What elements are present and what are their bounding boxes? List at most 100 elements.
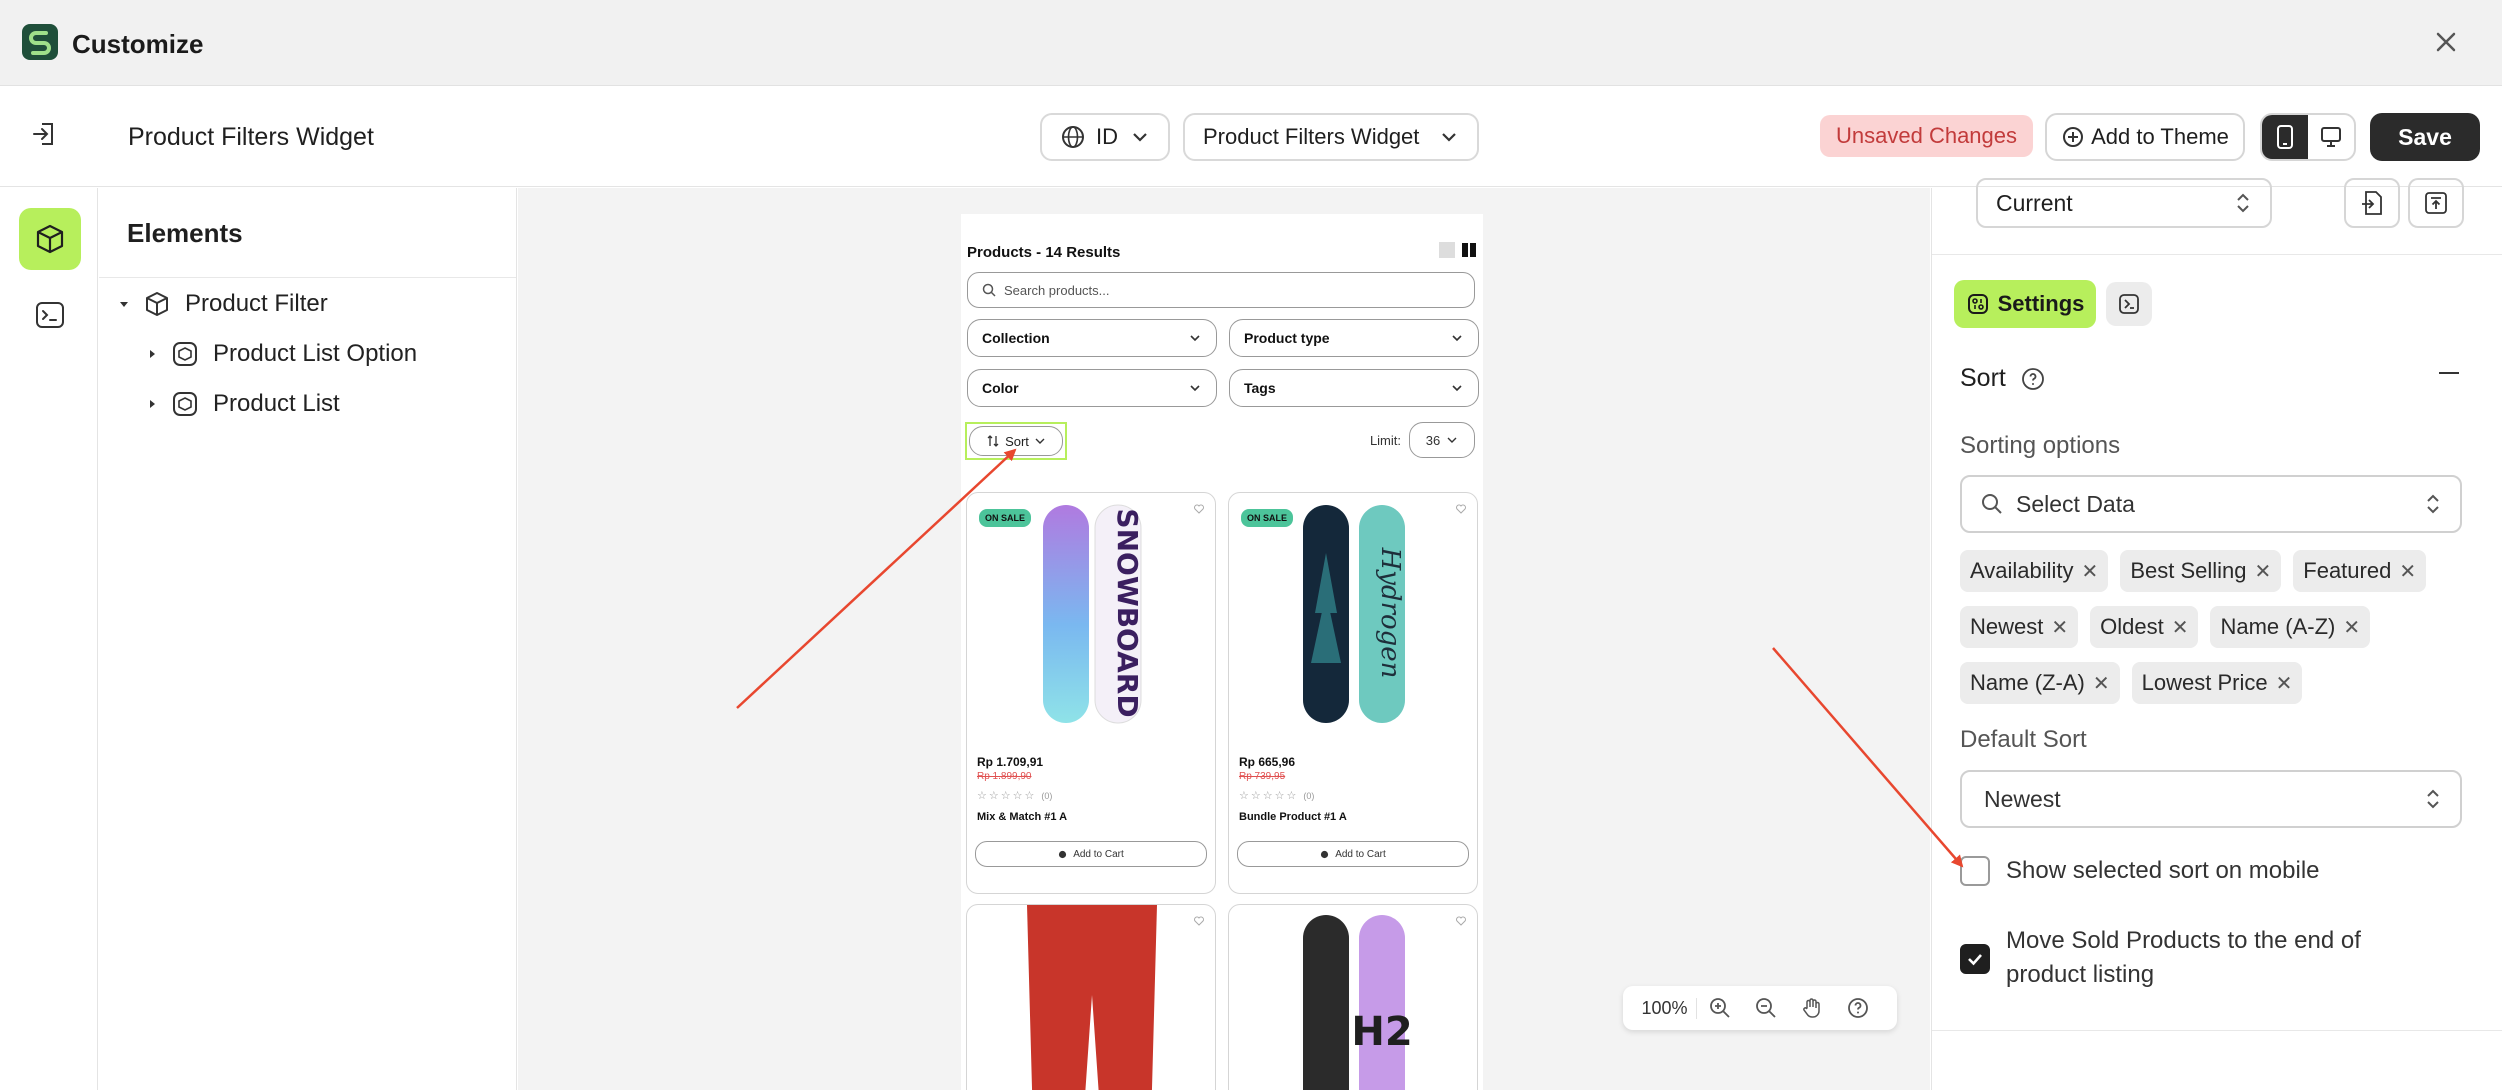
move-sold-checkbox[interactable] bbox=[1960, 944, 1990, 974]
widget-select-value: Product Filters Widget bbox=[1203, 124, 1420, 149]
zoom-in-button[interactable] bbox=[1697, 996, 1743, 1020]
svg-text:SNOWBOARD: SNOWBOARD bbox=[1111, 508, 1144, 717]
window-title: Customize bbox=[72, 29, 204, 59]
tab-settings[interactable]: Settings bbox=[1954, 280, 2096, 328]
limit-select[interactable]: 36 bbox=[1409, 422, 1475, 458]
device-toggle bbox=[2260, 113, 2356, 161]
remove-chip-icon[interactable]: ✕ bbox=[2082, 559, 2099, 584]
preview-canvas: Products - 14 Results Search products...… bbox=[518, 188, 1930, 1090]
product-image: H2 bbox=[1303, 915, 1413, 1090]
review-count: (0) bbox=[1303, 791, 1315, 801]
move-sold-label: Move Sold Products to the end of product… bbox=[2006, 927, 2361, 988]
zoom-out-button[interactable] bbox=[1743, 996, 1789, 1020]
product-image: Hydrogen bbox=[1303, 505, 1405, 723]
zoom-out-icon bbox=[1756, 998, 1776, 1018]
remove-chip-icon[interactable]: ✕ bbox=[2172, 615, 2189, 640]
elements-rail-button[interactable] bbox=[19, 208, 81, 270]
tab-advanced[interactable] bbox=[2106, 282, 2152, 326]
cube-icon bbox=[36, 224, 64, 254]
collapse-section-button[interactable] bbox=[2439, 372, 2459, 374]
filter-color[interactable]: Color bbox=[967, 369, 1217, 407]
add-to-cart-label: Add to Cart bbox=[1335, 848, 1386, 860]
chevron-down-icon bbox=[1035, 438, 1045, 444]
limit-control: Limit: 36 bbox=[1370, 422, 1475, 458]
filter-label: Collection bbox=[982, 330, 1050, 346]
upload-button[interactable] bbox=[2408, 178, 2464, 228]
product-card[interactable]: ON SALE Hydrogen Rp 665,96 Rp 739,95 ☆☆☆… bbox=[1228, 492, 1478, 894]
language-value: ID bbox=[1096, 124, 1118, 149]
chip-label: Name (A-Z) bbox=[2220, 614, 2336, 639]
sorting-options-label: Sorting options bbox=[1960, 432, 2121, 459]
language-select[interactable]: ID bbox=[1040, 113, 1170, 161]
add-to-cart-button[interactable]: Add to Cart bbox=[1237, 841, 1469, 867]
hand-icon bbox=[1803, 998, 1820, 1018]
sort-button[interactable]: Sort bbox=[969, 426, 1063, 456]
code-box-icon bbox=[2119, 294, 2139, 314]
remove-chip-icon[interactable]: ✕ bbox=[2399, 559, 2416, 584]
default-sort-value: Newest bbox=[1984, 785, 2061, 812]
settings-grid-icon bbox=[1967, 294, 1988, 314]
default-sort-select[interactable]: Newest bbox=[1960, 770, 2462, 828]
add-to-cart-button[interactable]: Add to Cart bbox=[975, 841, 1207, 867]
caret-down-icon[interactable] bbox=[117, 297, 131, 311]
add-to-theme-button[interactable]: Add to Theme bbox=[2045, 113, 2245, 161]
code-rail-button[interactable] bbox=[19, 284, 81, 346]
sorting-options-select[interactable]: Select Data bbox=[1960, 475, 2462, 533]
product-card[interactable]: H2 bbox=[1228, 904, 1478, 1090]
product-card[interactable] bbox=[966, 904, 1216, 1090]
mobile-preview: Products - 14 Results Search products...… bbox=[961, 214, 1483, 1090]
help-button[interactable] bbox=[1835, 996, 1881, 1020]
zoom-level: 100% bbox=[1633, 997, 1697, 1019]
filter-label: Tags bbox=[1244, 380, 1276, 396]
remove-chip-icon[interactable]: ✕ bbox=[2093, 671, 2110, 696]
list-view-icon[interactable] bbox=[1439, 242, 1455, 258]
search-icon bbox=[982, 283, 996, 297]
product-search-input[interactable]: Search products... bbox=[967, 272, 1475, 308]
filter-collection[interactable]: Collection bbox=[967, 319, 1217, 357]
cube-icon bbox=[146, 292, 168, 316]
tree-item-label: Product Filter bbox=[185, 290, 328, 317]
widget-select[interactable]: Product Filters Widget bbox=[1183, 113, 1479, 161]
chip-label: Oldest bbox=[2100, 614, 2164, 639]
product-price: Rp 665,96 bbox=[1239, 755, 1296, 769]
grid-view-icon[interactable] bbox=[1461, 242, 1477, 258]
tree-item-product-list-option[interactable]: Product List Option bbox=[145, 340, 417, 368]
caret-right-icon[interactable] bbox=[145, 347, 159, 361]
mobile-view-button[interactable] bbox=[2262, 115, 2308, 159]
help-icon[interactable] bbox=[2020, 366, 2046, 392]
stars-glyphs: ☆☆☆☆☆ bbox=[977, 790, 1037, 802]
section-title-sort: Sort bbox=[1960, 364, 2046, 393]
chip-label: Lowest Price bbox=[2141, 670, 2268, 695]
chevron-updown-icon bbox=[2427, 494, 2439, 514]
import-button[interactable] bbox=[2344, 178, 2400, 228]
product-card[interactable]: ON SALE SNOWBOARD Rp 1.709,91 Rp 1.899,9… bbox=[966, 492, 1216, 894]
remove-chip-icon[interactable]: ✕ bbox=[2255, 559, 2272, 584]
tree-item-product-list[interactable]: Product List bbox=[145, 390, 340, 418]
caret-right-icon[interactable] bbox=[145, 397, 159, 411]
save-button[interactable]: Save bbox=[2370, 113, 2480, 161]
plus-circle-icon bbox=[2063, 127, 2084, 147]
filter-product-type[interactable]: Product type bbox=[1229, 319, 1479, 357]
help-icon bbox=[1848, 998, 1868, 1018]
remove-chip-icon[interactable]: ✕ bbox=[2343, 615, 2360, 640]
filter-tags[interactable]: Tags bbox=[1229, 369, 1479, 407]
chip-lowest-price: Lowest Price ✕ bbox=[2131, 662, 2303, 704]
remove-chip-icon[interactable]: ✕ bbox=[2276, 671, 2293, 696]
app-logo-icon bbox=[22, 24, 58, 60]
chip-featured: Featured ✕ bbox=[2293, 550, 2427, 592]
zoom-in-icon bbox=[1710, 998, 1730, 1018]
chip-name-a-z: Name (A-Z) ✕ bbox=[2210, 606, 2371, 648]
close-icon[interactable] bbox=[2430, 26, 2462, 58]
component-icon bbox=[173, 342, 197, 366]
review-count: (0) bbox=[1041, 791, 1053, 801]
remove-chip-icon[interactable]: ✕ bbox=[2051, 615, 2068, 640]
show-sort-mobile-row: Show selected sort on mobile bbox=[1960, 854, 2320, 888]
show-sort-mobile-checkbox[interactable] bbox=[1960, 856, 1990, 886]
divider bbox=[1932, 254, 2502, 255]
current-select[interactable]: Current bbox=[1976, 178, 2272, 228]
pan-button[interactable] bbox=[1789, 996, 1835, 1020]
tree-item-product-filter[interactable]: Product Filter bbox=[117, 290, 328, 318]
tab-settings-label: Settings bbox=[1997, 291, 2085, 316]
desktop-view-button[interactable] bbox=[2308, 115, 2354, 159]
exit-icon[interactable] bbox=[30, 119, 60, 149]
